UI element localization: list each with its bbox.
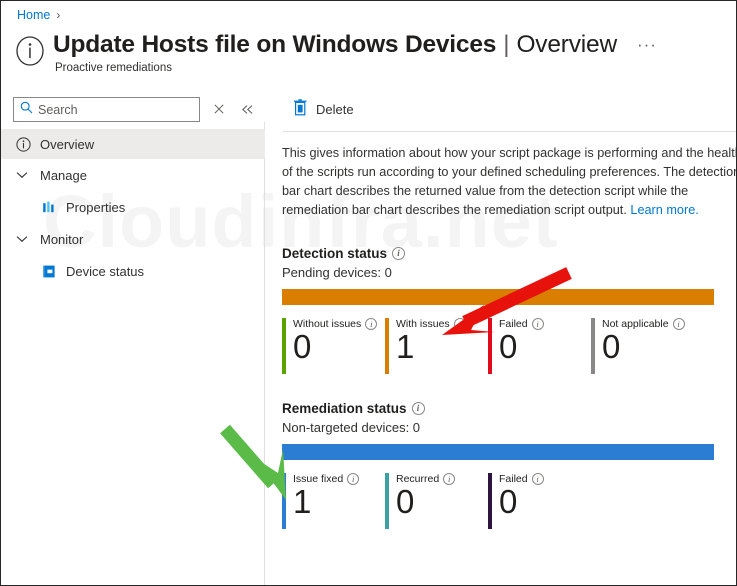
info-circle-icon[interactable]: i [453,318,466,330]
info-circle-icon[interactable]: i [392,247,406,260]
sidebar-item-overview[interactable]: Overview [1,129,265,159]
device-status-icon [41,263,57,279]
card-value: 1 [396,328,415,365]
detection-status-title-text: Detection status [282,246,388,261]
remediation-card-issue-fixed[interactable]: Issue fixed i 1 [282,473,385,529]
breadcrumb: Home › [17,8,60,22]
detection-status-bar [282,289,714,305]
remediation-status-bar [282,444,714,460]
info-circle-icon[interactable]: i [411,402,425,415]
page-title-divider: | [503,31,510,58]
sidebar-item-device-status[interactable]: Device status [1,255,265,287]
detection-card-without-issues[interactable]: Without issues i 0 [282,318,385,374]
collapse-menu-button[interactable] [237,99,257,119]
remediation-status-cards: Issue fixed i 1 Recurred i 0 Failed i 0 [282,473,736,529]
info-circle-icon [15,36,45,66]
page-title: Update Hosts file on Windows Devices | O… [53,31,657,59]
overview-description: This gives information about how your sc… [282,144,736,220]
card-value: 0 [602,328,621,365]
info-circle-icon [15,136,31,152]
info-circle-icon[interactable]: i [672,318,685,330]
properties-bars-icon [41,199,57,215]
info-circle-icon[interactable]: i [531,318,544,330]
page-title-view: Overview [516,31,617,58]
sidebar-group-label: Monitor [40,231,84,247]
card-value: 1 [293,483,312,520]
remediation-status-title: Remediation status i [282,401,736,416]
sidebar-group-monitor[interactable]: Monitor [1,223,265,255]
card-value: 0 [293,328,312,365]
learn-more-link[interactable]: Learn more. [630,203,698,217]
sidebar-group-manage[interactable]: Manage [1,159,265,191]
command-bar-divider [283,131,736,132]
chevron-down-icon [15,171,29,179]
command-bar: Delete [289,96,358,122]
remediation-card-recurred[interactable]: Recurred i 0 [385,473,488,529]
sidebar-nav: Overview Manage Properties Monitor Devic… [1,129,265,287]
more-options-button[interactable]: ··· [637,36,657,53]
sidebar-item-properties[interactable]: Properties [1,191,265,223]
remediation-status-title-text: Remediation status [282,401,407,416]
page-title-main: Update Hosts file on Windows Devices [53,31,497,58]
sidebar-item-label: Overview [40,136,95,152]
trash-icon [293,99,308,119]
card-value: 0 [396,483,415,520]
detection-pending-devices: Pending devices: 0 [282,265,392,280]
sidebar-group-label: Manage [40,167,87,183]
sidebar-item-label: Device status [66,263,145,279]
search-icon [20,101,33,119]
page-header-texts: Update Hosts file on Windows Devices | O… [53,31,657,74]
remediation-status-section: Remediation status i Non-targeted device… [282,401,736,529]
delete-button[interactable]: Delete [289,96,358,122]
page-subtitle: Proactive remediations [55,62,172,74]
delete-button-label: Delete [316,101,354,117]
info-circle-icon[interactable]: i [531,473,544,485]
detection-card-not-applicable[interactable]: Not applicable i 0 [591,318,694,374]
clear-search-button[interactable] [209,99,229,119]
detection-status-cards: Without issues i 0 With issues i 1 Faile… [282,318,736,374]
remediation-nontargeted-devices: Non-targeted devices: 0 [282,420,421,435]
remediation-card-failed[interactable]: Failed i 0 [488,473,591,529]
green-arrow [220,424,286,500]
page-header: Update Hosts file on Windows Devices | O… [15,31,724,74]
card-value: 0 [499,483,518,520]
detection-status-section: Detection status i Pending devices: 0 Wi… [282,246,736,374]
main-content: This gives information about how your sc… [282,144,736,529]
detection-card-failed[interactable]: Failed i 0 [488,318,591,374]
detection-card-with-issues[interactable]: With issues i 1 [385,318,488,374]
sidebar-item-label: Properties [66,199,126,215]
chevron-down-icon [15,235,29,243]
azure-portal-screen: Cloudinfra.net Home › Update Hosts file … [0,0,737,586]
card-value: 0 [499,328,518,365]
chevron-right-icon: › [56,8,61,22]
detection-status-title: Detection status i [282,246,736,261]
breadcrumb-item-home[interactable]: Home [17,8,50,22]
search-box[interactable] [13,97,200,122]
search-input[interactable] [38,102,193,117]
